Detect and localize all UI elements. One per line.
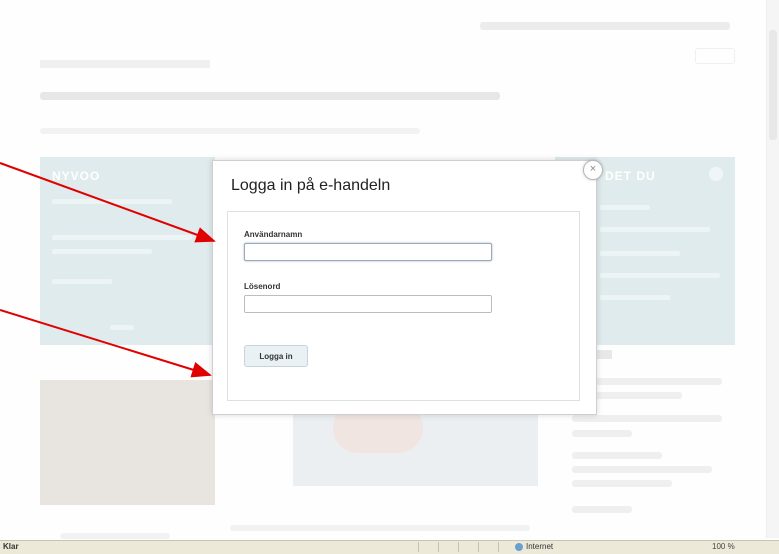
password-label: Lösenord bbox=[244, 282, 281, 291]
status-text: Klar bbox=[3, 542, 19, 551]
zone-label: Internet bbox=[526, 542, 554, 551]
security-zone: Internet bbox=[515, 542, 553, 551]
close-icon[interactable]: × bbox=[583, 160, 603, 180]
login-dialog: Logga in på e-handeln Användarnamn Lösen… bbox=[212, 160, 597, 415]
status-segment bbox=[498, 542, 513, 552]
status-segment bbox=[438, 542, 453, 552]
status-segment bbox=[458, 542, 473, 552]
browser-status-bar: Klar Internet 100 % bbox=[0, 540, 779, 554]
username-label: Användarnamn bbox=[244, 230, 303, 239]
globe-icon bbox=[515, 542, 523, 551]
username-input[interactable] bbox=[244, 243, 492, 261]
login-form: Användarnamn Lösenord Logga in bbox=[227, 211, 580, 401]
login-button[interactable]: Logga in bbox=[244, 345, 308, 367]
password-input[interactable] bbox=[244, 295, 492, 313]
status-segment bbox=[418, 542, 433, 552]
status-segment bbox=[478, 542, 493, 552]
zoom-level[interactable]: 100 % bbox=[712, 542, 735, 551]
login-dialog-title: Logga in på e-handeln bbox=[231, 177, 391, 194]
